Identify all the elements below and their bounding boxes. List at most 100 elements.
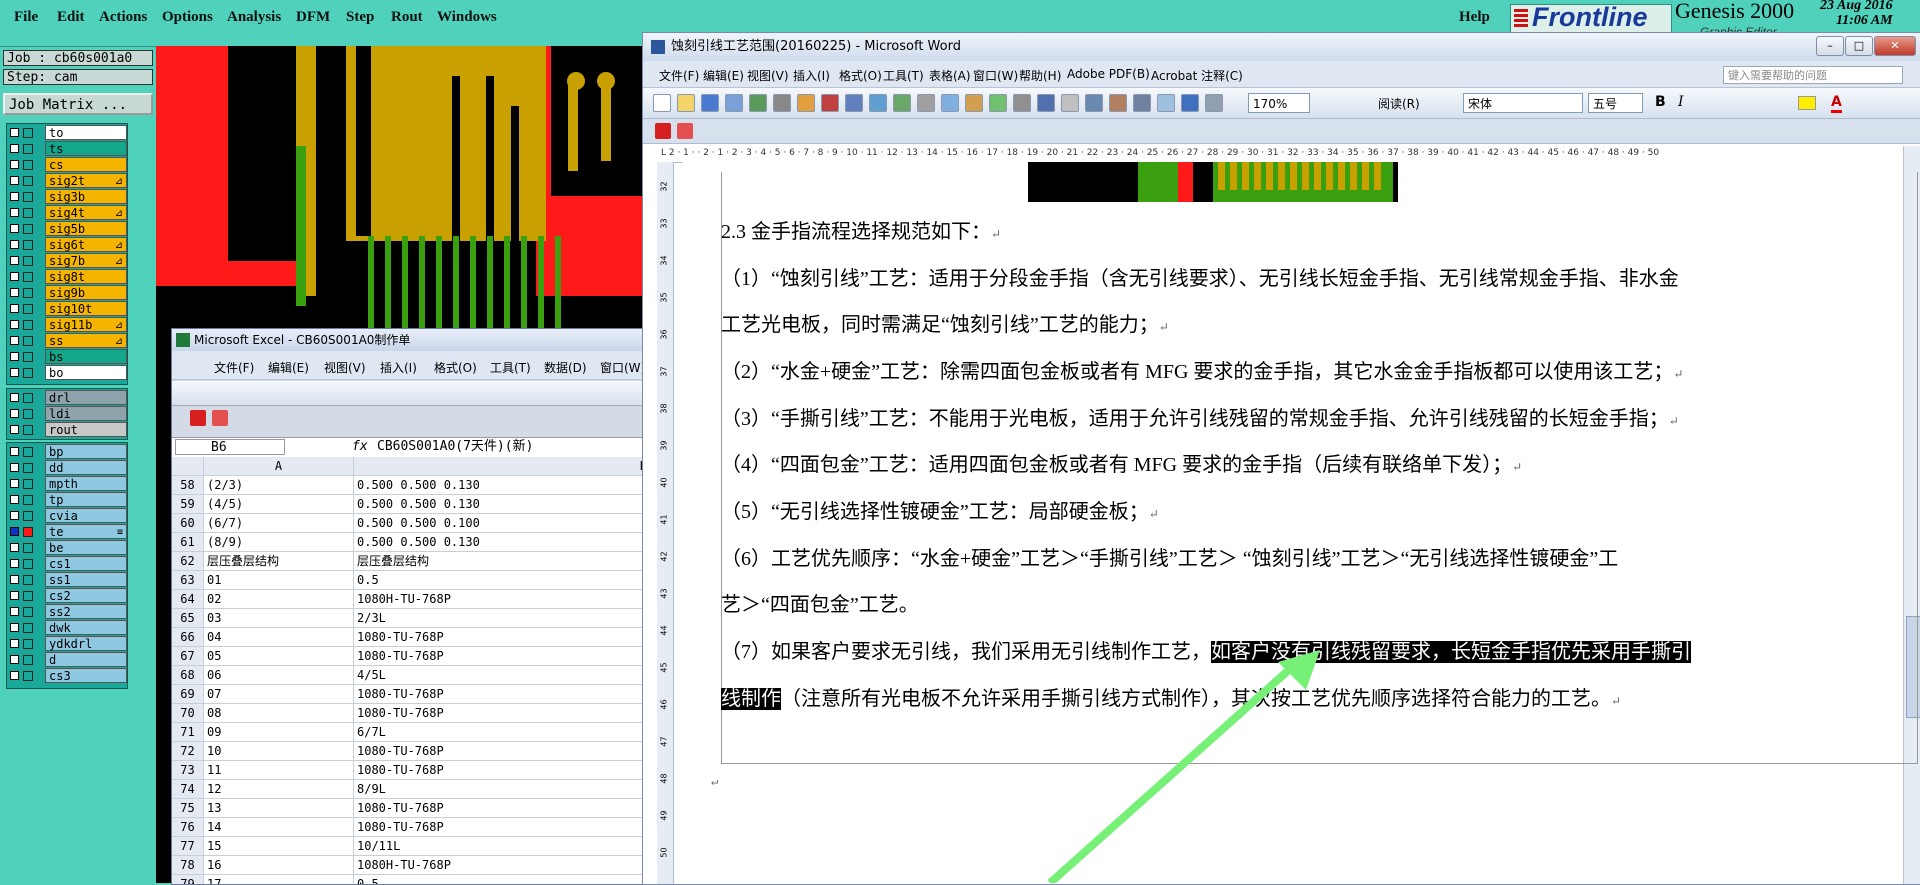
layer-name[interactable]: ss1 (45, 572, 127, 587)
layer-checkbox[interactable] (10, 128, 19, 137)
cell-a[interactable]: 17 (204, 875, 354, 884)
layer-row-ss2[interactable]: ss2 (7, 604, 127, 620)
cell-a[interactable]: 10 (204, 742, 354, 761)
cell-a[interactable]: (8/9) (204, 533, 354, 552)
layer-affected-toggle[interactable] (23, 224, 33, 234)
layer-checkbox[interactable] (10, 192, 19, 201)
toolbar-button-icon[interactable] (701, 94, 719, 112)
cell-a[interactable]: 09 (204, 723, 354, 742)
layer-affected-toggle[interactable] (23, 495, 33, 505)
layer-row-bs[interactable]: bs (7, 349, 127, 365)
toolbar-button-icon[interactable] (725, 94, 743, 112)
word-menu-item[interactable]: 表格(A) (929, 67, 971, 84)
row-header[interactable]: 74 (172, 780, 204, 799)
layer-checkbox[interactable] (10, 304, 19, 313)
layer-affected-toggle[interactable] (23, 511, 33, 521)
cell-b[interactable]: 1080H-TU-768P (354, 856, 647, 875)
toolbar-button-icon[interactable] (1037, 94, 1055, 112)
cell-b[interactable]: 1080-TU-768P (354, 704, 647, 723)
word-menu-item[interactable]: 帮助(H) (1019, 67, 1061, 84)
layer-row-to[interactable]: to (7, 125, 127, 141)
toolbar-button-icon[interactable] (1085, 94, 1103, 112)
italic-button[interactable]: I (1678, 94, 1684, 110)
cell-b[interactable]: 0.500 0.500 0.130 (354, 476, 647, 495)
layer-row-ldi[interactable]: ldi (7, 406, 127, 422)
layer-name[interactable]: sig5b (45, 221, 127, 236)
layer-affected-toggle[interactable] (23, 304, 33, 314)
layer-affected-toggle[interactable] (23, 256, 33, 266)
layer-row-te[interactable]: te ≡ (7, 524, 127, 540)
cell-b[interactable]: 2/3L (354, 609, 647, 628)
cell-a[interactable]: 01 (204, 571, 354, 590)
vertical-ruler[interactable]: 3233343536373839404142434445464748495051 (657, 162, 674, 884)
layer-name[interactable]: ydkdrl (45, 636, 127, 651)
layer-name[interactable]: bo (45, 365, 127, 380)
close-button[interactable]: ✕ (1874, 36, 1916, 56)
layer-name[interactable]: cs1 (45, 556, 127, 571)
word-menu-item[interactable]: Acrobat 注释(C) (1151, 67, 1243, 84)
layer-row-sig7b[interactable]: sig7b ⊿ (7, 253, 127, 269)
layer-checkbox[interactable] (10, 144, 19, 153)
cell-b[interactable]: 1080-TU-768P (354, 818, 647, 837)
layer-name[interactable]: d (45, 652, 127, 667)
layer-name[interactable]: sig3b (45, 189, 127, 204)
layer-name[interactable]: be (45, 540, 127, 555)
layer-checkbox[interactable] (10, 543, 19, 552)
toolbar-button-icon[interactable] (773, 94, 791, 112)
pdf-icon[interactable] (190, 410, 206, 426)
menu-options[interactable]: Options (162, 9, 213, 26)
layer-checkbox[interactable] (10, 352, 19, 361)
excel-menu-data[interactable]: 数据(D) (544, 359, 587, 376)
layer-affected-toggle[interactable] (23, 463, 33, 473)
toolbar-button-icon[interactable] (677, 94, 695, 112)
cell-a[interactable]: 05 (204, 647, 354, 666)
layer-checkbox[interactable] (10, 425, 19, 434)
layer-checkbox[interactable] (10, 272, 19, 281)
row-header[interactable]: 77 (172, 837, 204, 856)
font-select[interactable]: 宋体 (1463, 93, 1583, 113)
layer-checkbox[interactable] (10, 623, 19, 632)
layer-affected-toggle[interactable] (23, 591, 33, 601)
layer-affected-toggle[interactable] (23, 208, 33, 218)
layer-row-cs1[interactable]: cs1 (7, 556, 127, 572)
layer-checkbox[interactable] (10, 240, 19, 249)
layer-affected-toggle[interactable] (23, 240, 33, 250)
layer-name[interactable]: sig9b (45, 285, 127, 300)
layer-row-sig2t[interactable]: sig2t ⊿ (7, 173, 127, 189)
menu-analysis[interactable]: Analysis (227, 9, 281, 26)
layer-checkbox[interactable] (10, 591, 19, 600)
toolbar-button-icon[interactable] (917, 94, 935, 112)
layer-row-d[interactable]: d (7, 652, 127, 668)
word-menu-item[interactable]: 编辑(E) (703, 67, 744, 84)
layer-checkbox[interactable] (10, 176, 19, 185)
layer-row-bp[interactable]: bp (7, 444, 127, 460)
highlight-icon[interactable] (1798, 96, 1816, 110)
layer-affected-toggle[interactable] (23, 425, 33, 435)
cell-a[interactable]: 07 (204, 685, 354, 704)
pcb-graphic-canvas[interactable] (156, 46, 646, 336)
layer-name[interactable]: ss ⊿ (45, 333, 127, 348)
toolbar-button-icon[interactable] (821, 94, 839, 112)
layer-affected-toggle[interactable] (23, 409, 33, 419)
cell-a[interactable]: 12 (204, 780, 354, 799)
row-header[interactable]: 69 (172, 685, 204, 704)
layer-checkbox[interactable] (10, 511, 19, 520)
word-menu-item[interactable]: 文件(F) (659, 67, 699, 84)
cell-a[interactable]: (6/7) (204, 514, 354, 533)
cell-a[interactable]: 11 (204, 761, 354, 780)
layer-name[interactable]: sig4t ⊿ (45, 205, 127, 220)
excel-grid[interactable]: A B 58(2/3)0.500 0.500 0.13059(4/5)0.500… (172, 457, 647, 884)
row-header[interactable]: 68 (172, 666, 204, 685)
cell-b[interactable]: 1080-TU-768P (354, 628, 647, 647)
layer-name[interactable]: to (45, 125, 127, 140)
layer-affected-toggle[interactable] (23, 559, 33, 569)
layer-name[interactable]: dd (45, 460, 127, 475)
para-7-highlight-text-2[interactable]: 线制作 (721, 688, 781, 710)
layer-row-cs[interactable]: cs (7, 157, 127, 173)
zoom-select[interactable]: 170% (1248, 93, 1310, 113)
layer-name[interactable]: cvia (45, 508, 127, 523)
toolbar-button-icon[interactable] (1157, 94, 1175, 112)
layer-checkbox[interactable] (10, 527, 19, 536)
menu-step[interactable]: Step (346, 9, 374, 26)
layer-name[interactable]: tp (45, 492, 127, 507)
